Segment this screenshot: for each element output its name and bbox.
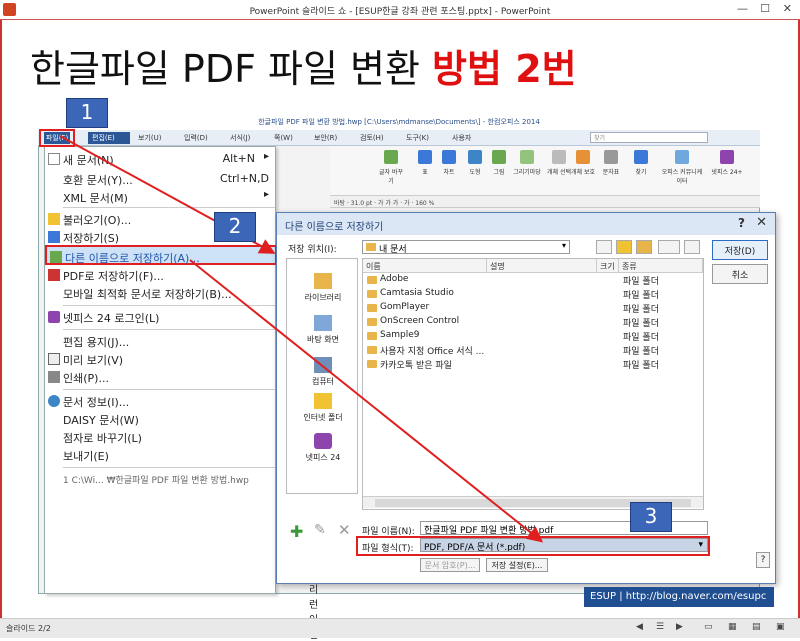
step-badge-2: 2 [214, 212, 256, 242]
menu-icon[interactable]: ☰ [656, 622, 664, 632]
next-slide-icon[interactable]: ▶ [676, 622, 683, 632]
file-menu-highlight [39, 129, 75, 147]
slideshow-icon[interactable]: ▣ [776, 622, 785, 632]
normal-view-icon[interactable]: ▭ [704, 622, 713, 632]
status-bar: 슬라이드 2/2 ◀ ☰ ▶ ▭ ▦ ▤ ▣ [0, 618, 800, 638]
slide-counter: 슬라이드 2/2 [6, 624, 51, 633]
step-badge-3: 3 [630, 502, 672, 532]
slide-sorter-icon[interactable]: ▦ [728, 622, 737, 632]
reading-view-icon[interactable]: ▤ [752, 622, 761, 632]
step-badge-1: 1 [66, 98, 108, 128]
annotation-arrows [39, 129, 544, 543]
arrow-2-to-3 [189, 259, 544, 543]
prev-slide-icon[interactable]: ◀ [636, 622, 643, 632]
watermark: ESUP | http://blog.naver.com/esupc [584, 587, 774, 607]
